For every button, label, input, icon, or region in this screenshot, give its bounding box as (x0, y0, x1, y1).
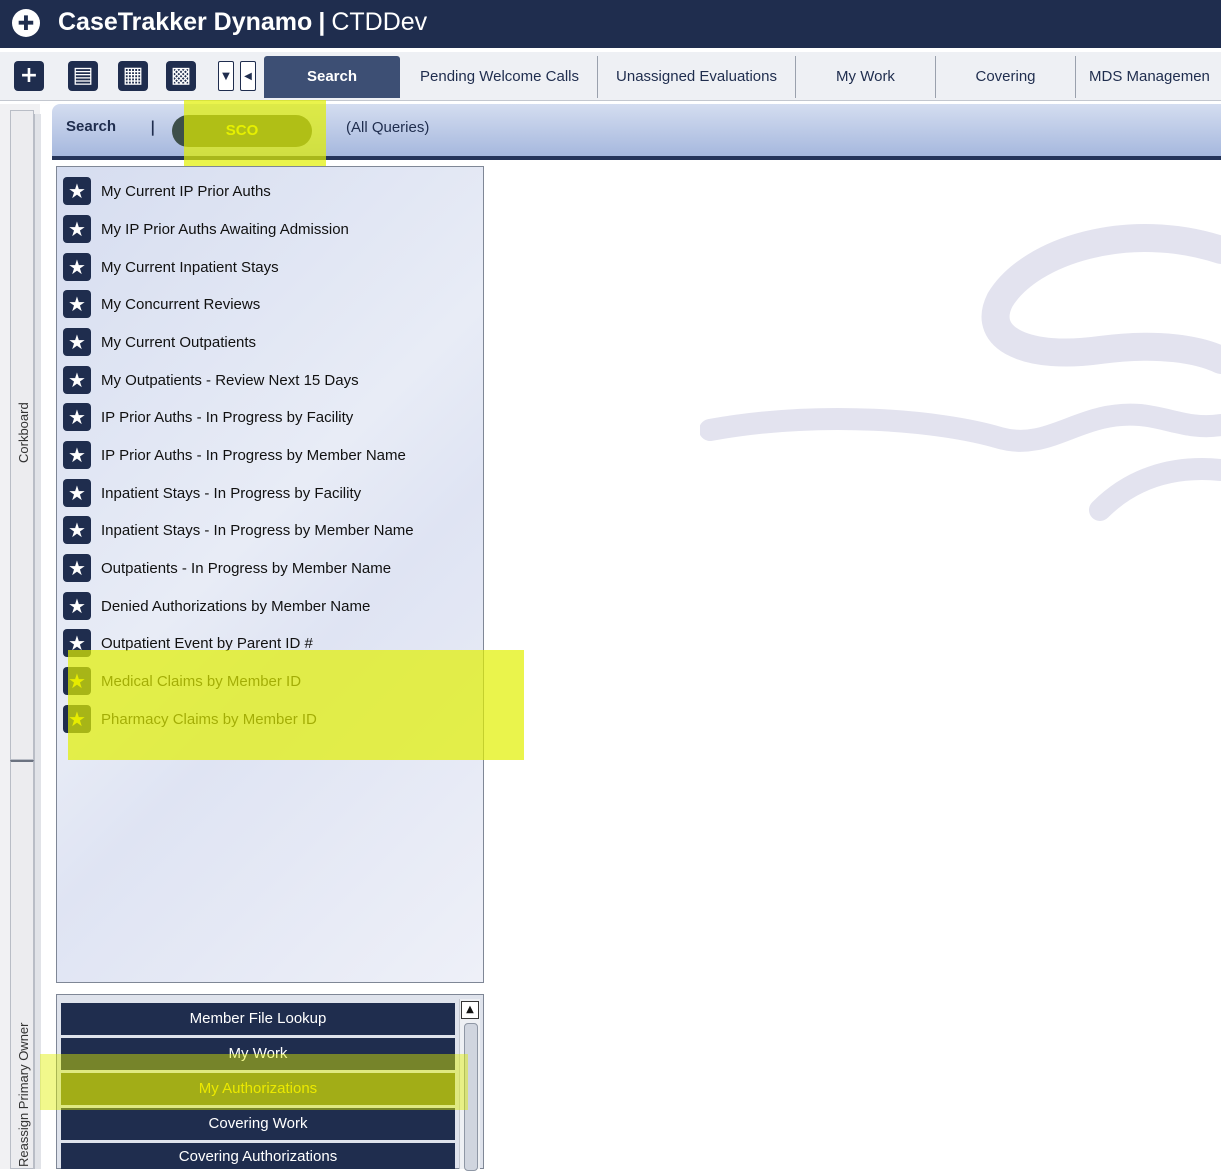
search-header: Search | SCO (All Queries) (52, 104, 1221, 160)
query-label: My Current Inpatient Stays (101, 258, 279, 276)
list-item[interactable]: ★ My Current Inpatient Stays (63, 251, 279, 283)
star-icon[interactable]: ★ (63, 592, 91, 620)
star-icon[interactable]: ★ (63, 403, 91, 431)
query-label: My Current IP Prior Auths (101, 182, 271, 200)
dropdown-arrow-icon[interactable]: ▼ (218, 61, 234, 91)
tab-mds-management[interactable]: MDS Managemen (1076, 56, 1221, 98)
scroll-left-icon[interactable]: ◀ (240, 61, 256, 91)
tab-unassigned-evaluations[interactable]: Unassigned Evaluations (598, 56, 796, 98)
list-item[interactable]: ★ My IP Prior Auths Awaiting Admission (63, 213, 349, 245)
book-icon[interactable]: ▤ (68, 61, 98, 91)
corkboard-side-tab[interactable]: Corkboard (10, 110, 34, 760)
list-item[interactable]: ★ Outpatient Event by Parent ID # (63, 627, 313, 659)
tab-my-work[interactable]: My Work (796, 56, 936, 98)
list-item[interactable]: ★ Inpatient Stays - In Progress by Member… (63, 514, 414, 546)
corkboard-label: Corkboard (16, 402, 31, 463)
tab-covering[interactable]: Covering (936, 56, 1076, 98)
reassign-primary-owner-label: Reassign Primary Owner (16, 1022, 31, 1168)
list-item[interactable]: ★ Outpatients - In Progress by Member Nam… (63, 552, 391, 584)
query-list: ★ My Current IP Prior Auths ★ My IP Prior … (56, 166, 484, 983)
search-label: Search (66, 118, 117, 135)
list-item[interactable]: ★ My Current Outpatients (63, 326, 256, 358)
star-icon[interactable]: ★ (63, 629, 91, 657)
notepad-icon[interactable]: ▦ (118, 61, 148, 91)
query-label: Inpatient Stays - In Progress by Member … (101, 521, 414, 539)
group-covering-work[interactable]: Covering Work (61, 1108, 455, 1140)
list-item[interactable]: ★ My Outpatients - Review Next 15 Days (63, 364, 359, 396)
list-item[interactable]: ★ My Concurrent Reviews (63, 288, 260, 320)
star-icon[interactable]: ★ (63, 253, 91, 281)
query-label: Pharmacy Claims by Member ID (101, 710, 317, 728)
query-group-list: Member File Lookup My Work My Authorizat… (56, 994, 484, 1171)
environment-name: CTDDev (331, 8, 428, 36)
side-panel-strip: Corkboard Reassign Primary Owner (0, 104, 41, 1169)
query-label: Medical Claims by Member ID (101, 672, 302, 690)
list-item[interactable]: ★ Inpatient Stays - In Progress by Facili… (63, 477, 361, 509)
favorite-star-icon[interactable]: ★ (63, 705, 91, 733)
list-item[interactable]: ★ Pharmacy Claims by Member ID (63, 703, 317, 735)
list-item[interactable]: ★ Denied Authorizations by Member Name (63, 590, 370, 622)
star-icon[interactable]: ★ (63, 177, 91, 205)
toolbar: + ▤ ▦ ▩ ▼ ◀ Search Pending Welcome Calls… (0, 52, 1221, 101)
group-list-scrollbar[interactable]: ▲ (459, 999, 480, 1171)
app-logo-icon: ✚ (12, 9, 40, 37)
favorite-star-icon[interactable]: ★ (63, 667, 91, 695)
query-label: Denied Authorizations by Member Name (101, 597, 371, 615)
chart-icon[interactable]: ▩ (166, 61, 196, 91)
star-icon[interactable]: ★ (63, 366, 91, 394)
group-member-file-lookup[interactable]: Member File Lookup (61, 1003, 455, 1035)
search-separator: | (150, 118, 156, 136)
query-label: My Concurrent Reviews (101, 295, 261, 313)
star-icon[interactable]: ★ (63, 554, 91, 582)
all-queries-link[interactable]: (All Queries) (346, 119, 429, 136)
query-label: My IP Prior Auths Awaiting Admission (101, 220, 349, 238)
star-icon[interactable]: ★ (63, 290, 91, 318)
query-label: IP Prior Auths - In Progress by Member N… (101, 446, 406, 464)
query-label: My Current Outpatients (101, 333, 257, 351)
reassign-primary-owner-side-tab[interactable]: Reassign Primary Owner (10, 760, 34, 1169)
title-bar: ✚ CaseTrakker Dynamo | CTDDev (0, 0, 1221, 48)
star-icon[interactable]: ★ (63, 516, 91, 544)
query-label: Outpatient Event by Parent ID # (101, 634, 313, 652)
list-item[interactable]: ★ My Current IP Prior Auths (63, 175, 271, 207)
group-my-work[interactable]: My Work (61, 1038, 455, 1070)
query-label: Outpatients - In Progress by Member Name (101, 559, 392, 577)
query-label: IP Prior Auths - In Progress by Facility (101, 408, 354, 426)
list-item[interactable]: ★ IP Prior Auths - In Progress by Facilit… (63, 401, 353, 433)
title-separator: | (318, 8, 326, 36)
add-icon[interactable]: + (14, 61, 44, 91)
group-my-authorizations[interactable]: My Authorizations (61, 1073, 455, 1105)
list-item[interactable]: ★ IP Prior Auths - In Progress by Member … (63, 439, 406, 471)
group-covering-authorizations[interactable]: Covering Authorizations (61, 1143, 455, 1169)
query-label: My Outpatients - Review Next 15 Days (101, 371, 359, 389)
tab-search[interactable]: Search (264, 56, 400, 98)
query-label: Inpatient Stays - In Progress by Facilit… (101, 484, 362, 502)
scroll-thumb[interactable] (464, 1023, 478, 1171)
star-icon[interactable]: ★ (63, 215, 91, 243)
window-title: CaseTrakker Dynamo | CTDDev (58, 4, 427, 40)
star-icon[interactable]: ★ (63, 479, 91, 507)
list-item[interactable]: ★ Medical Claims by Member ID (63, 665, 301, 697)
query-group-pill[interactable]: SCO (172, 115, 312, 147)
star-icon[interactable]: ★ (63, 328, 91, 356)
watermark-swirl-icon (700, 224, 1221, 521)
scroll-up-icon[interactable]: ▲ (461, 1001, 479, 1019)
app-name: CaseTrakker Dynamo (58, 8, 313, 36)
star-icon[interactable]: ★ (63, 441, 91, 469)
side-strip-edge (34, 114, 41, 1169)
tab-pending-welcome-calls[interactable]: Pending Welcome Calls (402, 56, 598, 98)
